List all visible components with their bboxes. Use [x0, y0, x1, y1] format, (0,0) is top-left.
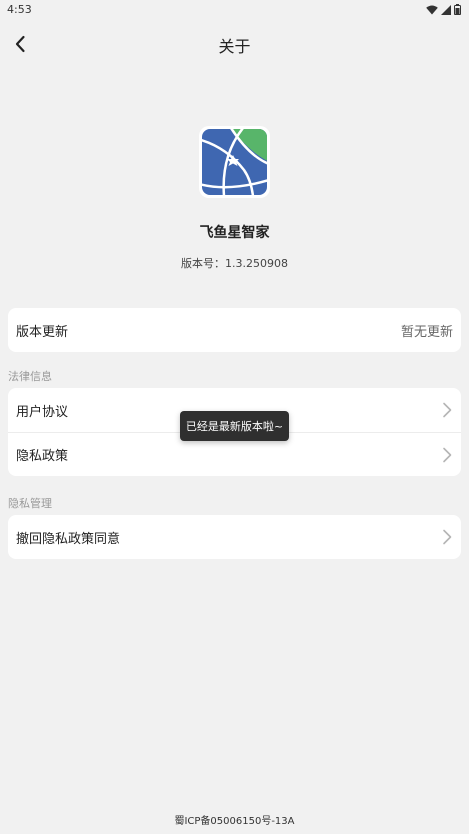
- version-update-card: 版本更新 暂无更新: [8, 308, 461, 352]
- chevron-right-icon: [443, 529, 452, 545]
- signal-icon: [441, 4, 451, 15]
- user-agreement-label: 用户协议: [16, 404, 69, 420]
- status-icons: [426, 4, 461, 15]
- revoke-privacy-consent-row[interactable]: 撤回隐私政策同意: [8, 515, 461, 559]
- chevron-right-icon: [443, 402, 452, 418]
- status-bar: 4:53: [0, 0, 469, 20]
- chevron-right-icon: [443, 447, 452, 463]
- icp-footer: 蜀ICP备05006150号-13A: [174, 816, 295, 827]
- status-time: 4:53: [7, 3, 32, 16]
- app-version: 版本号：1.3.250908: [181, 257, 288, 270]
- app-name: 飞鱼星智家: [199, 225, 270, 241]
- version-update-row[interactable]: 版本更新 暂无更新: [8, 308, 461, 352]
- wifi-icon: [426, 5, 438, 14]
- legal-section-title: 法律信息: [8, 370, 52, 383]
- battery-icon: [454, 4, 461, 15]
- version-update-status: 暂无更新: [400, 324, 453, 340]
- privacy-card: 撤回隐私政策同意: [8, 515, 461, 559]
- app-bar: 关于: [0, 20, 469, 68]
- version-update-label: 版本更新: [16, 324, 69, 340]
- privacy-section-title: 隐私管理: [8, 497, 52, 510]
- toast-message: 已经是最新版本啦~: [180, 411, 289, 441]
- revoke-privacy-consent-label: 撤回隐私政策同意: [16, 531, 121, 547]
- app-logo-icon: [199, 126, 270, 198]
- privacy-policy-label: 隐私政策: [16, 449, 69, 464]
- page-title: 关于: [218, 37, 251, 56]
